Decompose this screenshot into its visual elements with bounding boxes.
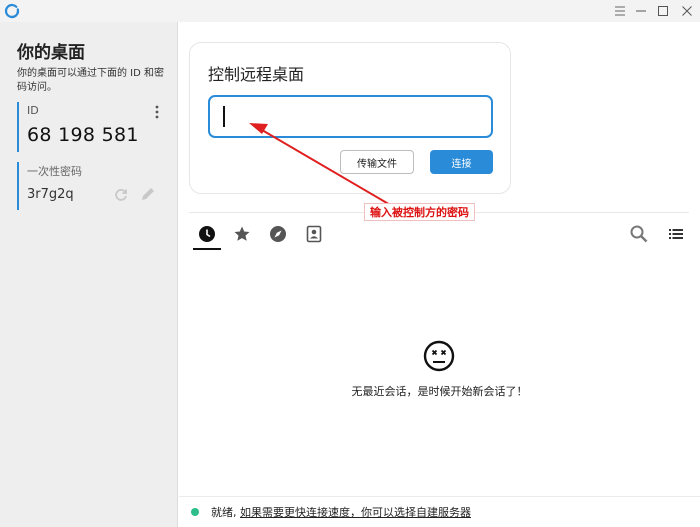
- annotation-label: 输入被控制方的密码: [364, 203, 475, 221]
- password-label: 一次性密码: [27, 165, 82, 178]
- list-view-icon[interactable]: [668, 226, 684, 242]
- connect-card: 控制远程桌面 传输文件 连接: [189, 42, 511, 194]
- id-block: ID 68 198 581: [17, 102, 165, 152]
- status-ready: 就绪,: [211, 506, 237, 519]
- refresh-icon[interactable]: [113, 187, 129, 203]
- sidebar-description: 你的桌面可以通过下面的 ID 和密码访问。: [17, 68, 165, 93]
- self-host-link[interactable]: 如果需要更快连接速度，你可以选择自建服务器: [240, 506, 471, 519]
- maximize-button[interactable]: [650, 0, 676, 22]
- status-bar: 就绪, 如果需要更快连接速度，你可以选择自建服务器: [179, 496, 700, 527]
- main-panel: 控制远程桌面 传输文件 连接 无最近会话，是时候开始新会话了！ 就绪, 如果需要…: [179, 22, 700, 527]
- more-vertical-icon[interactable]: [152, 104, 162, 120]
- status-indicator: [191, 508, 199, 516]
- id-value: 68 198 581: [27, 124, 139, 146]
- tab-address-book[interactable]: [300, 220, 328, 248]
- connect-title: 控制远程桌面: [208, 65, 305, 84]
- close-button[interactable]: [674, 0, 700, 22]
- sidebar-title: 你的桌面: [17, 43, 85, 63]
- text-cursor: [223, 106, 225, 127]
- status-text: 就绪, 如果需要更快连接速度，你可以选择自建服务器: [211, 504, 471, 520]
- title-bar: [0, 0, 700, 22]
- active-tab-indicator: [193, 248, 221, 250]
- rustdesk-logo-icon: [4, 3, 20, 19]
- tab-favorites[interactable]: [228, 220, 256, 248]
- tab-recent[interactable]: [193, 220, 221, 248]
- contacts-icon: [306, 225, 322, 243]
- compass-icon: [270, 226, 286, 242]
- edit-pencil-icon[interactable]: [140, 186, 156, 202]
- password-block: 一次性密码 3r7g2q: [17, 162, 165, 210]
- id-label: ID: [27, 104, 39, 117]
- clock-icon: [199, 226, 215, 242]
- empty-sessions-text: 无最近会话，是时候开始新会话了！: [351, 385, 528, 398]
- star-icon: [234, 226, 250, 241]
- password-value: 3r7g2q: [27, 187, 74, 202]
- sad-face-icon: [423, 340, 455, 372]
- search-icon[interactable]: [629, 224, 649, 244]
- connect-button[interactable]: 连接: [430, 150, 493, 174]
- sidebar: 你的桌面 你的桌面可以通过下面的 ID 和密码访问。 ID 68 198 581…: [0, 22, 178, 527]
- remote-id-input[interactable]: [208, 95, 493, 138]
- transfer-file-button[interactable]: 传输文件: [340, 150, 414, 174]
- tab-discovered[interactable]: [264, 220, 292, 248]
